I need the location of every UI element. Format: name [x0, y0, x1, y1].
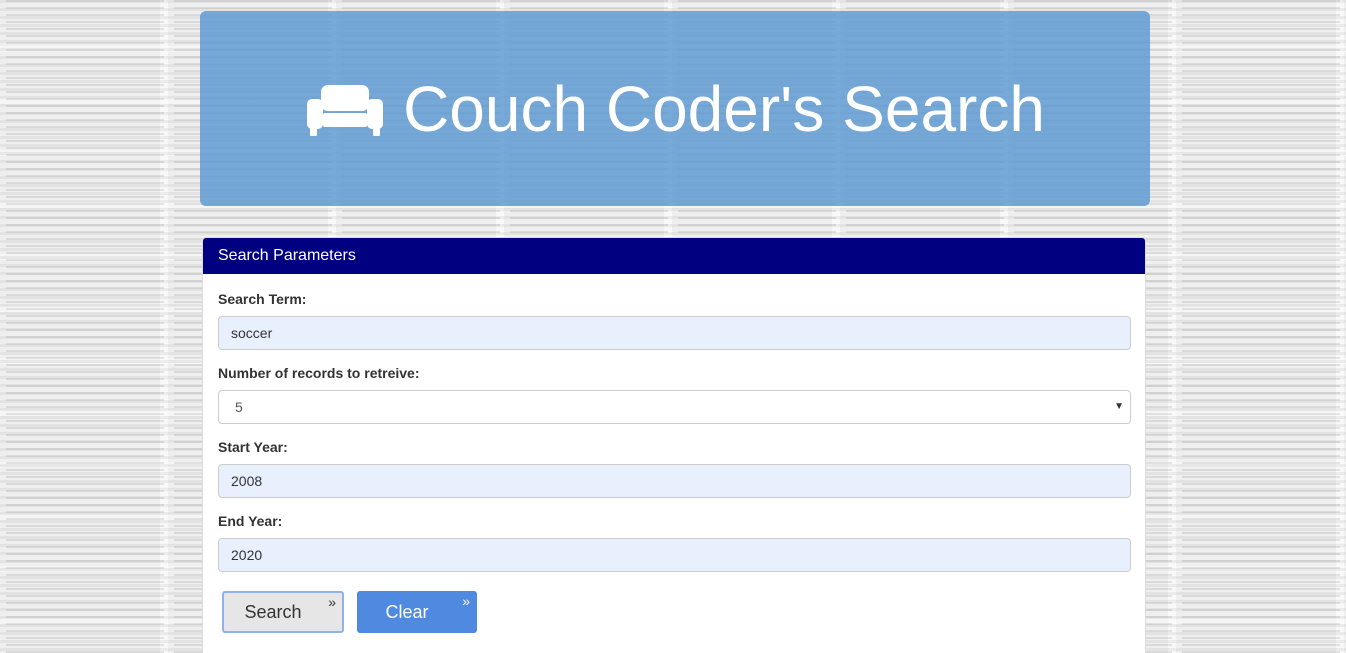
clear-button[interactable]: Clear »: [357, 591, 477, 633]
page-title-text: Couch Coder's Search: [403, 72, 1045, 145]
button-row: Search » Clear »: [222, 591, 477, 633]
background-newspaper-column: [6, 0, 164, 653]
panel-body: Search Term: soccer Number of records to…: [203, 274, 1145, 572]
start-year-group: Start Year: 2008: [218, 438, 1131, 498]
search-button[interactable]: Search »: [222, 591, 344, 633]
start-year-input[interactable]: 2008: [218, 464, 1131, 498]
num-records-group: Number of records to retreive: 5 ▼: [218, 364, 1131, 424]
start-year-label: Start Year:: [218, 439, 288, 455]
background-newspaper-column: [1182, 0, 1340, 653]
search-term-label: Search Term:: [218, 291, 307, 307]
couch-icon: [305, 81, 385, 137]
page-title: Couch Coder's Search: [305, 77, 1045, 141]
num-records-label: Number of records to retreive:: [218, 365, 420, 381]
search-term-group: Search Term: soccer: [218, 290, 1131, 350]
end-year-group: End Year: 2020: [218, 512, 1131, 572]
panel-heading: Search Parameters: [203, 238, 1145, 274]
clear-button-label: Clear: [385, 601, 429, 622]
search-term-input[interactable]: soccer: [218, 316, 1131, 350]
page-header: Couch Coder's Search: [200, 11, 1150, 206]
end-year-input[interactable]: 2020: [218, 538, 1131, 572]
search-button-label: Search: [244, 601, 302, 622]
caret-down-icon: ▼: [1114, 401, 1124, 412]
chevron-right-icon: »: [462, 593, 470, 609]
end-year-label: End Year:: [218, 513, 283, 529]
chevron-right-icon: »: [328, 594, 336, 610]
search-parameters-panel: Search Parameters Search Term: soccer Nu…: [202, 237, 1146, 653]
num-records-value: 5: [235, 399, 243, 415]
num-records-select[interactable]: 5 ▼: [218, 390, 1131, 424]
